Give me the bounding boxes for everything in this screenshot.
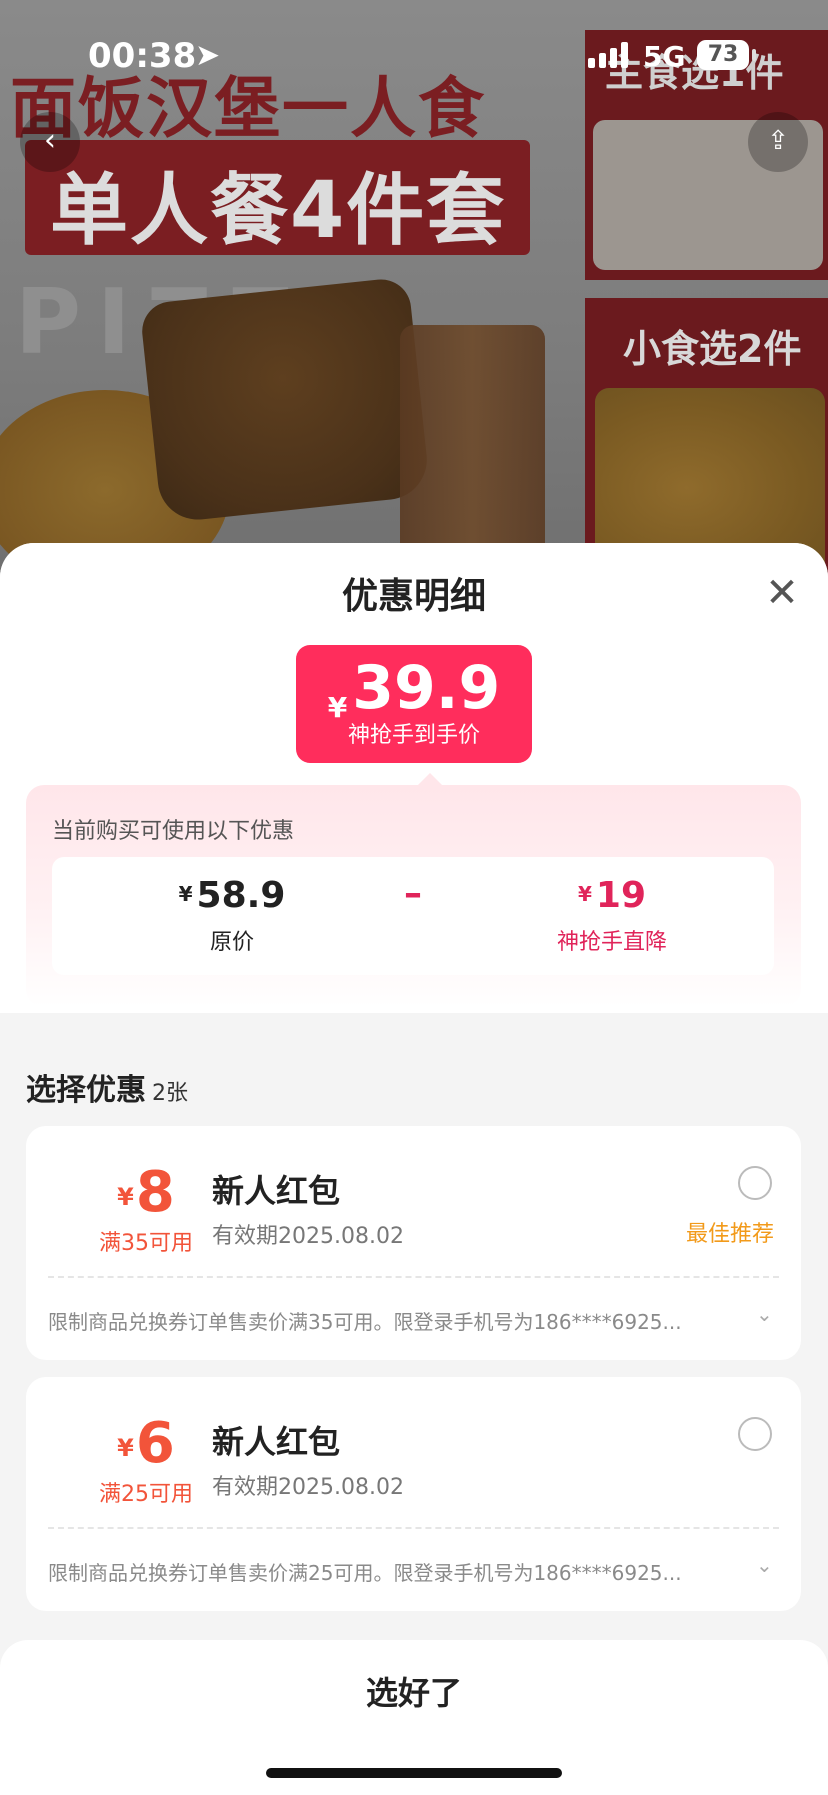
original-price-label: 原价	[209, 930, 254, 955]
coupon-card[interactable]: ¥6 满25可用 新人红包 有效期2025.08.02 限制商品兑换券订单售卖价…	[26, 1377, 801, 1611]
final-price-badge: ¥ 39.9 神抢手到手价	[296, 645, 532, 763]
best-recommend-tag: 最佳推荐	[686, 1222, 775, 1247]
coupon-condition: 限制商品兑换券订单售卖价满35可用。限登录手机号为186****6925...	[48, 1310, 682, 1334]
coupon-expiry: 有效期2025.08.02	[212, 1224, 404, 1249]
banner-panel-snack-label: 小食选2件	[623, 327, 802, 371]
coupon-threshold: 满25可用	[99, 1482, 193, 1507]
location-arrow-icon: ➤	[195, 38, 221, 73]
confirm-button[interactable]: 选好了	[0, 1668, 828, 1714]
coupon-select-radio[interactable]	[738, 1166, 772, 1200]
coupon-select-radio[interactable]	[738, 1417, 772, 1451]
summary-hint: 当前购买可使用以下优惠	[52, 819, 295, 844]
section-title: 选择优惠 2张	[26, 1065, 188, 1109]
coupon-currency: ¥	[117, 1183, 134, 1211]
final-price-label: 神抢手到手价	[347, 723, 480, 748]
coupon-amount: ¥8 满35可用	[66, 1160, 226, 1257]
coupon-divider	[48, 1527, 779, 1529]
coupon-threshold: 满35可用	[99, 1231, 193, 1256]
network-type: 5G	[643, 40, 686, 73]
summary-pointer	[416, 773, 444, 787]
chicken-basket-image	[139, 276, 431, 524]
status-time: 00:38	[88, 36, 197, 76]
coupon-count: 2张	[152, 1081, 188, 1106]
coupon-currency: ¥	[117, 1434, 134, 1462]
signal-icon	[588, 42, 632, 68]
back-button[interactable]: ‹	[20, 112, 80, 172]
close-button[interactable]: ✕	[762, 573, 802, 613]
original-price: ¥58.9 原价	[92, 857, 372, 975]
chevron-down-icon[interactable]: ⌄	[756, 1553, 773, 1577]
price-breakdown: ¥58.9 原价 – ¥19 神抢手直降	[52, 857, 774, 975]
banner-subheadline: 单人餐4件套	[50, 166, 507, 256]
coupon-name: 新人红包	[212, 1172, 341, 1210]
sheet-title: 优惠明细	[341, 576, 486, 617]
original-price-value: 58.9	[196, 875, 286, 916]
discount-value: 19	[595, 875, 647, 916]
coupon-value: 8	[135, 1160, 175, 1225]
chevron-left-icon: ‹	[44, 123, 56, 158]
home-indicator	[266, 1768, 562, 1778]
coupon-value: 6	[135, 1411, 175, 1476]
coupon-expiry: 有效期2025.08.02	[212, 1475, 404, 1500]
share-icon: ⇪	[767, 126, 789, 156]
battery-tip	[752, 49, 756, 61]
coupon-condition: 限制商品兑换券订单售卖价满25可用。限登录手机号为186****6925...	[48, 1561, 682, 1585]
share-button[interactable]: ⇪	[748, 112, 808, 172]
final-price-currency: ¥	[327, 691, 348, 724]
minus-sign: –	[404, 873, 422, 914]
coupon-amount: ¥6 满25可用	[66, 1411, 226, 1508]
close-icon: ✕	[765, 570, 799, 616]
chevron-down-icon[interactable]: ⌄	[756, 1302, 773, 1326]
original-price-currency: ¥	[178, 882, 193, 906]
coupon-name: 新人红包	[212, 1423, 341, 1461]
battery-icon: 73	[697, 40, 749, 70]
confirm-bar: 选好了	[0, 1640, 828, 1795]
discount-label: 神抢手直降	[556, 930, 667, 955]
section-title-text: 选择优惠	[26, 1073, 146, 1108]
coupon-divider	[48, 1276, 779, 1278]
discount-detail-sheet: 优惠明细 ✕ ¥ 39.9 神抢手到手价 当前购买可使用以下优惠 ¥58.9 原…	[0, 543, 828, 1795]
price-summary-card: 当前购买可使用以下优惠 ¥58.9 原价 – ¥19 神抢手直降	[26, 773, 801, 1007]
direct-discount: ¥19 神抢手直降	[472, 857, 752, 975]
coupon-card[interactable]: ¥8 满35可用 新人红包 有效期2025.08.02 最佳推荐 限制商品兑换券…	[26, 1126, 801, 1360]
status-bar: 00:38 ➤ 5G 73	[0, 0, 828, 110]
discount-currency: ¥	[577, 882, 592, 906]
final-price-value: 39.9	[352, 653, 501, 723]
